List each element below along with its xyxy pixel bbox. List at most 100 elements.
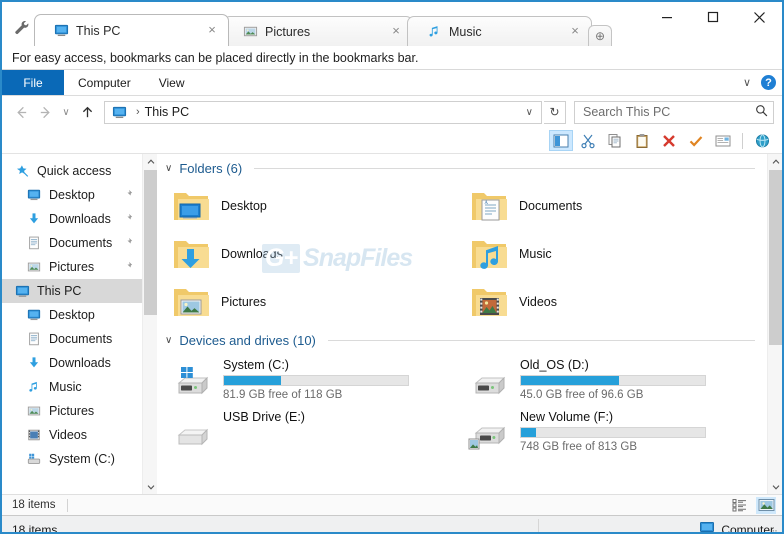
music-icon <box>426 24 442 40</box>
pin-icon[interactable] <box>123 237 133 250</box>
tab-file[interactable]: File <box>2 70 64 95</box>
folders-group-header[interactable]: ∨ Folders (6) <box>157 154 767 180</box>
resize-grip[interactable]: ⠿ <box>771 529 779 532</box>
music-icon <box>26 379 42 395</box>
this-pc-icon <box>53 23 69 39</box>
folders-grid: Desktop A Documents Downloads Music Pict… <box>157 180 767 326</box>
folder-item-downloads[interactable]: Downloads <box>171 230 469 278</box>
devices-group-header[interactable]: ∨ Devices and drives (10) <box>157 326 767 352</box>
breadcrumb[interactable]: › This PC ∨ <box>104 100 542 124</box>
search-input[interactable]: Search This PC <box>574 100 774 124</box>
large-icons-view-icon[interactable] <box>756 496 776 514</box>
status-divider <box>67 498 69 512</box>
refresh-button[interactable]: ↻ <box>544 100 566 124</box>
view-mode-buttons <box>730 496 776 514</box>
drive-item-old-os-d[interactable]: Old_OS (D:) 45.0 GB free of 96.6 GB <box>468 354 759 406</box>
minimize-button[interactable] <box>644 2 690 32</box>
folder-item-music[interactable]: Music <box>469 230 767 278</box>
chevron-down-icon[interactable]: ∨ <box>743 76 751 89</box>
desktop-icon <box>26 307 42 323</box>
folder-item-documents[interactable]: A Documents <box>469 182 767 230</box>
sidebar-item-documents-quick[interactable]: Documents <box>2 231 142 255</box>
folder-item-pictures[interactable]: Pictures <box>171 278 469 326</box>
tab-computer[interactable]: Computer <box>64 70 145 95</box>
help-icon[interactable]: ? <box>761 75 776 90</box>
status-location: Computer <box>699 520 774 532</box>
close-button[interactable] <box>736 2 782 32</box>
sidebar-item-desktop[interactable]: Desktop <box>2 303 142 327</box>
tab-this-pc[interactable]: This PC × <box>34 14 229 46</box>
maximize-button[interactable] <box>690 2 736 32</box>
select-button[interactable] <box>684 130 708 151</box>
drive-item-new-volume-f[interactable]: New Volume (F:) 748 GB free of 813 GB <box>468 406 759 458</box>
new-tab-button[interactable]: ⊕ <box>588 25 612 46</box>
back-button[interactable] <box>10 100 32 124</box>
tab-view[interactable]: View <box>145 70 199 95</box>
tab-music[interactable]: Music × <box>407 16 592 46</box>
recent-locations-button[interactable]: ∨ <box>58 100 74 124</box>
cut-button[interactable] <box>576 130 600 151</box>
tab-close-icon[interactable]: × <box>567 23 583 40</box>
folder-pictures-icon <box>171 284 211 320</box>
sidebar-item-this-pc[interactable]: This PC <box>2 279 142 303</box>
tab-pictures[interactable]: Pictures × <box>223 16 413 46</box>
scroll-down-icon[interactable] <box>143 479 158 494</box>
scroll-up-icon[interactable] <box>143 154 158 169</box>
sidebar-item-videos[interactable]: Videos <box>2 423 142 447</box>
forward-button[interactable] <box>34 100 56 124</box>
sidebar-item-label: Desktop <box>49 188 95 202</box>
copy-button[interactable] <box>603 130 627 151</box>
scrollbar-thumb[interactable] <box>144 170 157 315</box>
drive-info: USB Drive (E:) <box>223 409 462 427</box>
file-explorer-window: This PC × Pictures × Music × ⊕ For easy … <box>0 0 784 534</box>
drive-item-system-c[interactable]: System (C:) 81.9 GB free of 118 GB <box>171 354 462 406</box>
sidebar-item-desktop-quick[interactable]: Desktop <box>2 183 142 207</box>
scrollbar-thumb[interactable] <box>769 170 782 345</box>
wrench-icon[interactable] <box>12 18 32 38</box>
rename-button[interactable] <box>711 130 735 151</box>
delete-button[interactable] <box>657 130 681 151</box>
sidebar-item-music[interactable]: Music <box>2 375 142 399</box>
drive-item-usb-e[interactable]: USB Drive (E:) <box>171 406 462 458</box>
folder-item-videos[interactable]: Videos <box>469 278 767 326</box>
sidebar-item-downloads[interactable]: Downloads <box>2 351 142 375</box>
command-toolbar <box>2 128 782 154</box>
sidebar-item-pictures[interactable]: Pictures <box>2 399 142 423</box>
chevron-down-icon[interactable]: ∨ <box>526 107 537 118</box>
drive-free-text: 45.0 GB free of 96.6 GB <box>520 389 644 401</box>
chevron-down-icon[interactable]: ∨ <box>165 335 172 346</box>
drive-info: System (C:) 81.9 GB free of 118 GB <box>223 357 462 401</box>
breadcrumb-current[interactable]: This PC <box>145 105 189 119</box>
sidebar-item-pictures-quick[interactable]: Pictures <box>2 255 142 279</box>
computer-icon <box>699 520 715 532</box>
pin-icon[interactable] <box>123 261 133 274</box>
up-button[interactable] <box>76 100 98 124</box>
drive-usage-bar <box>520 375 706 386</box>
scroll-down-icon[interactable] <box>768 479 782 494</box>
details-view-icon[interactable] <box>730 497 750 514</box>
properties-button[interactable] <box>750 130 774 151</box>
drive-free-text: 748 GB free of 813 GB <box>520 441 637 453</box>
tab-close-icon[interactable]: × <box>204 22 220 39</box>
tab-close-icon[interactable]: × <box>388 23 404 40</box>
content-scrollbar[interactable] <box>767 154 782 494</box>
downloads-icon <box>26 355 42 371</box>
preview-pane-button[interactable] <box>549 130 573 151</box>
sidebar-item-downloads-quick[interactable]: Downloads <box>2 207 142 231</box>
sidebar-item-documents[interactable]: Documents <box>2 327 142 351</box>
pin-icon[interactable] <box>123 213 133 226</box>
sidebar-item-quick-access[interactable]: Quick access <box>2 159 142 183</box>
drive-free-text: 81.9 GB free of 118 GB <box>223 389 343 401</box>
chevron-down-icon[interactable]: ∨ <box>165 163 172 174</box>
scroll-up-icon[interactable] <box>768 154 782 169</box>
folder-label: Desktop <box>221 199 267 213</box>
folder-music-icon <box>469 236 509 272</box>
pictures-icon <box>26 403 42 419</box>
sidebar-item-system-c[interactable]: System (C:) <box>2 447 142 471</box>
pin-icon[interactable] <box>123 189 133 202</box>
folder-item-desktop[interactable]: Desktop <box>171 182 469 230</box>
paste-button[interactable] <box>630 130 654 151</box>
drive-usage-bar <box>223 375 409 386</box>
magnifier-icon[interactable] <box>755 104 768 120</box>
navigation-pane-scrollbar[interactable] <box>142 154 157 494</box>
